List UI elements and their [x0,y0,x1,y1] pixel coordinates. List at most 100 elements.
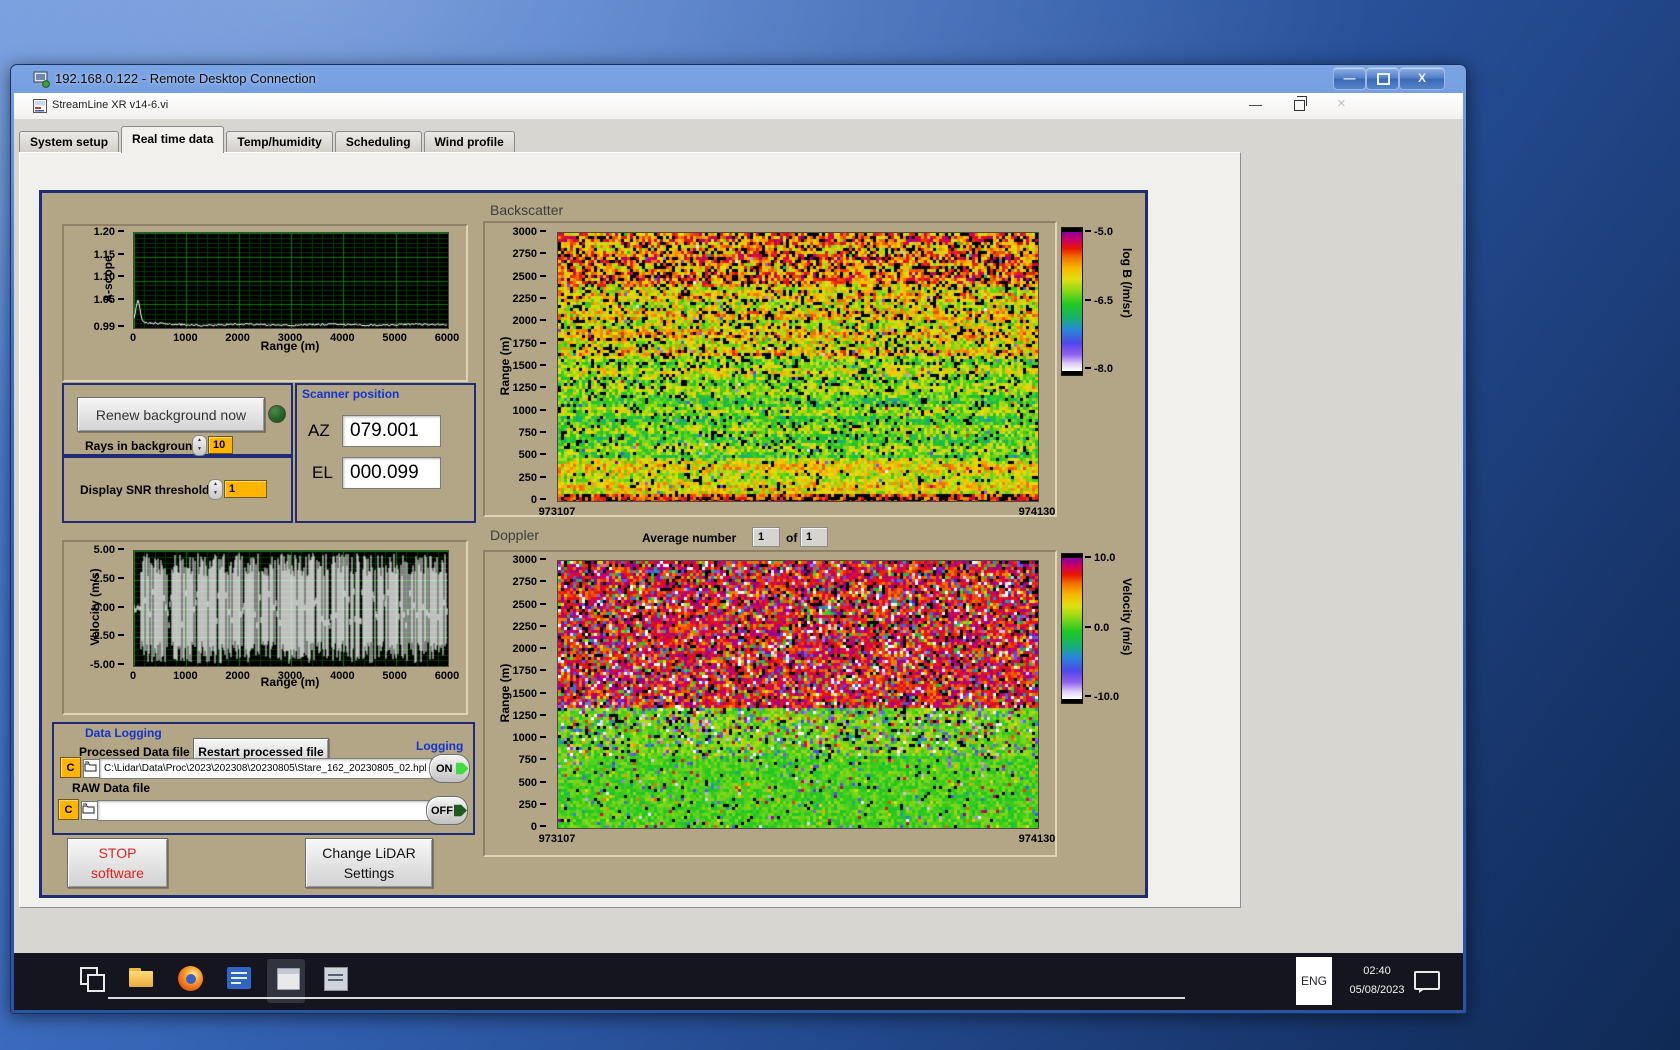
app-body: System setup Real time data Temp/humidity S… [14,119,1463,953]
rdp-client-area: StreamLine XR v14-6.vi — × System setup R… [14,93,1463,1010]
doppler-ytick: 0 [531,821,546,833]
logging-label: Logging [416,739,463,753]
language-indicator[interactable]: ENG [1296,957,1332,1005]
firefox-icon[interactable] [177,965,204,992]
processed-data-file-label: Processed Data file [79,745,190,759]
a-scope-xtick: 3000 [278,332,302,344]
raw-path-field[interactable] [97,800,430,821]
velocity-scope-xtick: 6000 [435,670,459,682]
rdp-titlebar[interactable]: 192.168.0.122 - Remote Desktop Connectio… [11,65,1466,93]
snr-value-field[interactable]: 1 [224,480,267,498]
a-scope-xtick: 4000 [330,332,354,344]
processed-drive-selector[interactable]: C [60,757,81,778]
notification-center-icon[interactable] [1414,971,1440,990]
velocity-scope-xtick: 0 [130,670,136,682]
scanner-position-title: Scanner position [302,387,399,401]
processed-browse-icon[interactable] [83,759,100,778]
raw-logging-toggle[interactable]: OFF [426,796,468,825]
rays-value-field[interactable]: 10 [208,436,233,454]
stop-software-button[interactable]: STOP software [67,838,168,888]
app-restore-button[interactable] [1294,100,1305,111]
doppler-ytick: 250 [519,799,546,811]
doppler-ytick: 500 [519,777,546,789]
backscatter-cbar-tick: -5.0 [1085,226,1113,238]
scanner-position-box [295,383,476,523]
snr-spinner[interactable]: ▲ ▼ [208,479,223,500]
host-desktop: 192.168.0.122 - Remote Desktop Connectio… [0,0,1680,1050]
tab-real-time-data[interactable]: Real time data [121,126,224,153]
remote-taskbar: ENG 02:40 05/08/2023 [14,953,1463,1010]
backscatter-ytick: 750 [519,427,546,439]
app-window-title: StreamLine XR v14-6.vi [52,99,168,111]
on-label: ON [436,763,453,775]
a-scope-ytick: 1.20 [94,226,124,238]
a-scope-xtick: 0 [130,332,136,344]
app-titlebar[interactable]: StreamLine XR v14-6.vi — × [14,93,1463,120]
rays-spinner[interactable]: ▲ ▼ [192,435,207,456]
rdp-minimize-button[interactable]: — [1333,67,1366,90]
a-scope-ytick: 1.05 [94,294,124,306]
velocity-scope-xtick: 1000 [173,670,197,682]
a-scope-xtick: 6000 [435,332,459,344]
velocity-scope-ytick: 0.00 [94,602,124,614]
clock-date: 05/08/2023 [1336,981,1418,1000]
el-label: EL [312,463,333,483]
processed-path-field[interactable]: C:\Lidar\Data\Proc\2023\202308\20230805\… [99,758,432,779]
renew-background-button[interactable]: Renew background now [77,397,265,432]
file-explorer-icon[interactable] [128,965,155,992]
scan-app-icon[interactable] [226,965,253,992]
task-view-icon[interactable] [78,965,105,992]
doppler-cbar-tick: -10.0 [1085,691,1119,703]
taskbar-clock[interactable]: 02:40 05/08/2023 [1336,962,1418,1002]
raw-data-file-label: RAW Data file [72,781,150,795]
backscatter-ytick: 1500 [513,360,546,372]
az-label: AZ [308,421,330,441]
of-label: of [786,531,797,545]
backscatter-xstart: 973107 [539,506,576,518]
tab-system-setup[interactable]: System setup [19,131,119,153]
average-count-field[interactable]: 1 [800,527,828,547]
doppler-ytick: 2000 [513,643,546,655]
app-minimize-button[interactable]: — [1249,97,1262,112]
change-line1: Change LiDAR [322,843,415,863]
processed-logging-toggle[interactable]: ON [429,754,470,783]
remote-desktop-icon [33,71,50,88]
tab-scheduling[interactable]: Scheduling [335,131,422,153]
doppler-cbar-tick: 0.0 [1085,622,1109,634]
backscatter-xend: 974130 [1019,506,1056,518]
app-close-button[interactable]: × [1337,95,1346,112]
a-scope-ytick: 1.15 [94,249,124,261]
tab-bar: System setup Real time data Temp/humidity S… [19,127,517,153]
streamline-app-icon[interactable] [274,965,301,992]
scan-scheduler-icon[interactable] [322,965,349,992]
backscatter-ytick: 2500 [513,271,546,283]
rdp-close-button[interactable]: X [1399,67,1445,90]
tab-temp-humidity[interactable]: Temp/humidity [226,131,332,153]
average-number-label: Average number [642,531,736,545]
raw-browse-icon[interactable] [81,801,98,820]
tab-wind-profile[interactable]: Wind profile [424,131,515,153]
backscatter-ytick: 500 [519,449,546,461]
rdp-maximize-button[interactable] [1366,67,1399,90]
rays-in-background-label: Rays in background [85,439,200,453]
backscatter-title: Backscatter [490,202,563,218]
clock-time: 02:40 [1336,962,1418,981]
az-value-field[interactable]: 079.001 [342,415,441,447]
el-value-field[interactable]: 000.099 [342,457,441,489]
velocity-scope-xtick: 2000 [225,670,249,682]
average-number-field[interactable]: 1 [752,527,780,547]
doppler-heatmap-canvas [557,560,1039,829]
backscatter-colorbar-label: log B (/m/sr) [1120,248,1134,318]
doppler-ytick: 2250 [513,621,546,633]
raw-drive-selector[interactable]: C [58,799,79,820]
velocity-scope-ytick: -2.50 [90,630,124,642]
change-lidar-settings-button[interactable]: Change LiDAR Settings [305,838,433,888]
minimize-icon: — [1334,68,1365,88]
backscatter-ytick: 1250 [513,382,546,394]
a-scope-ytick: 1.10 [94,271,124,283]
backscatter-colorbar [1061,227,1083,376]
stop-line2: software [91,863,144,883]
change-line2: Settings [344,863,395,883]
a-scope-xtick: 1000 [173,332,197,344]
backscatter-ytick: 2250 [513,293,546,305]
